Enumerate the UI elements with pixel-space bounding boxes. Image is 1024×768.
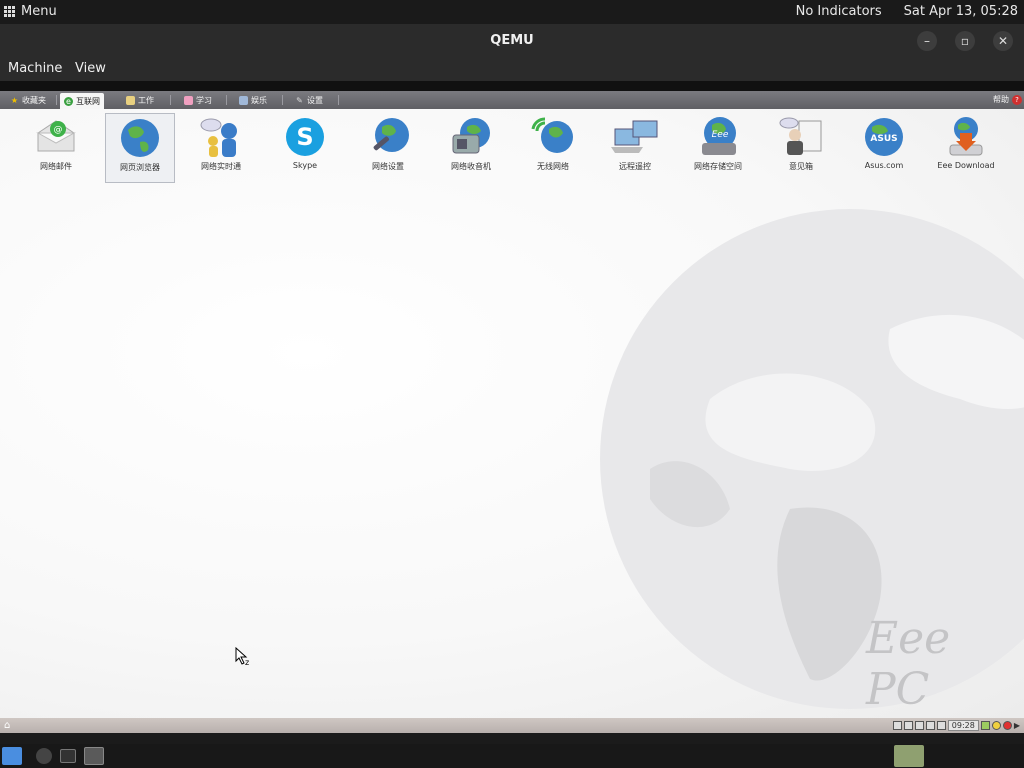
power-icon[interactable] bbox=[1002, 721, 1012, 730]
tab-label: 娱乐 bbox=[251, 95, 267, 105]
tab-work[interactable]: 工作 bbox=[122, 93, 158, 107]
tab-label: 工作 bbox=[138, 95, 154, 105]
eee-pc-watermark: Eee PC bbox=[866, 613, 951, 715]
wireless-icon bbox=[531, 117, 573, 153]
svg-text:z: z bbox=[245, 658, 249, 667]
help-label: 帮助 bbox=[993, 95, 1009, 104]
tab-study[interactable]: 学习 bbox=[180, 93, 216, 107]
star-icon: ★ bbox=[10, 95, 19, 105]
play-icon bbox=[239, 95, 248, 105]
app-network-settings[interactable]: 网络设置 bbox=[353, 113, 423, 183]
network-settings-icon bbox=[373, 118, 409, 152]
network-icon[interactable] bbox=[936, 721, 946, 730]
radio-icon bbox=[452, 118, 490, 154]
messenger-icon bbox=[200, 118, 237, 157]
host-menu-label: Menu bbox=[21, 4, 57, 19]
app-instant-messenger[interactable]: 网络实时通 bbox=[186, 113, 256, 183]
keyboard-icon[interactable] bbox=[914, 721, 924, 730]
help-button[interactable]: 帮助 ? bbox=[993, 94, 1022, 105]
home-icon[interactable]: ⌂ bbox=[4, 720, 10, 731]
svg-text:ASUS: ASUS bbox=[870, 134, 897, 144]
status-icon[interactable] bbox=[980, 721, 990, 730]
app-remote-control[interactable]: 远程遥控 bbox=[600, 113, 670, 183]
qemu-title-bar: QEMU – ▫ ✕ bbox=[0, 24, 1024, 57]
tab-label: 设置 bbox=[307, 95, 323, 105]
asus-icon: ASUS bbox=[865, 118, 903, 156]
svg-text:Eee: Eee bbox=[712, 130, 729, 140]
desktop-area: Eee PC @ 网络邮件 网页浏览器 网络实时通 S Skype 网络设置 网… bbox=[0, 109, 1024, 718]
app-eee-download[interactable]: Eee Download bbox=[931, 113, 1001, 183]
svg-text:S: S bbox=[296, 123, 313, 151]
app-web-browser[interactable]: 网页浏览器 bbox=[105, 113, 175, 183]
app-webmail[interactable]: @ 网络邮件 bbox=[21, 113, 91, 183]
terminal-icon[interactable] bbox=[60, 749, 76, 763]
remote-icon bbox=[611, 120, 658, 153]
app-network-storage[interactable]: Eee 网络存储空间 bbox=[683, 113, 753, 183]
tray-expand-icon[interactable]: ▶ bbox=[1014, 721, 1020, 730]
qemu-window-tab[interactable] bbox=[894, 745, 924, 767]
settings-icon: ✎ bbox=[296, 95, 303, 105]
tab-favorites[interactable]: ★ 收藏夹 bbox=[6, 93, 50, 107]
tab-label: 收藏夹 bbox=[22, 95, 46, 105]
menu-machine[interactable]: Machine bbox=[8, 61, 62, 76]
guest-taskbar: ⌂ 09:28 ▶ bbox=[0, 718, 1024, 733]
help-icon: ? bbox=[1012, 94, 1022, 105]
app-wireless-network[interactable]: 无线网络 bbox=[518, 113, 588, 183]
apps-grid-icon bbox=[4, 6, 15, 17]
download-icon bbox=[949, 117, 983, 156]
indicators-label[interactable]: No Indicators bbox=[796, 4, 882, 19]
tab-label: 学习 bbox=[196, 95, 212, 105]
guest-clock[interactable]: 09:28 bbox=[947, 720, 979, 731]
qemu-task-icon[interactable] bbox=[84, 747, 104, 765]
email-icon: @ bbox=[36, 120, 76, 152]
menu-view[interactable]: View bbox=[75, 61, 106, 76]
globe-icon bbox=[121, 119, 159, 157]
system-tray: 09:28 ▶ bbox=[892, 720, 1020, 731]
smiley-icon[interactable] bbox=[991, 721, 1001, 730]
window-title: QEMU bbox=[490, 33, 534, 48]
app-feedback[interactable]: 意见箱 bbox=[766, 113, 836, 183]
host-top-panel: Menu No Indicators Sat Apr 13, 05:28 bbox=[0, 0, 1024, 24]
work-icon bbox=[126, 95, 135, 105]
tab-internet[interactable]: e 互联网 bbox=[60, 93, 104, 109]
host-menu-button[interactable]: Menu bbox=[4, 4, 57, 19]
skype-icon: S bbox=[286, 118, 324, 156]
tab-entertainment[interactable]: 娱乐 bbox=[235, 93, 271, 107]
clock-label[interactable]: Sat Apr 13, 05:28 bbox=[904, 4, 1018, 19]
host-taskbar bbox=[0, 744, 1024, 768]
printer-icon[interactable] bbox=[892, 721, 902, 730]
battery-icon[interactable] bbox=[925, 721, 935, 730]
app-skype[interactable]: S Skype bbox=[270, 113, 340, 183]
minimize-button[interactable]: – bbox=[917, 31, 937, 51]
close-button[interactable]: ✕ bbox=[993, 31, 1013, 51]
study-icon bbox=[184, 95, 193, 105]
chrome-icon[interactable] bbox=[36, 748, 52, 764]
app-internet-radio[interactable]: 网络收音机 bbox=[436, 113, 506, 183]
tab-label: 互联网 bbox=[76, 96, 100, 106]
tab-settings[interactable]: ✎ 设置 bbox=[291, 93, 327, 107]
feedback-icon bbox=[779, 117, 822, 155]
category-tab-bar: ★ 收藏夹 e 互联网 工作 学习 娱乐 ✎ 设置 帮助 ? bbox=[0, 91, 1024, 109]
guest-screen: ★ 收藏夹 e 互联网 工作 学习 娱乐 ✎ 设置 帮助 ? Eee PC @ … bbox=[0, 81, 1024, 733]
qemu-menu-bar: Machine View bbox=[0, 57, 1024, 81]
app-asus-com[interactable]: ASUS Asus.com bbox=[849, 113, 919, 183]
internet-icon: e bbox=[64, 96, 73, 106]
show-desktop-icon[interactable] bbox=[2, 747, 22, 765]
svg-text:@: @ bbox=[54, 125, 63, 135]
disk-icon[interactable] bbox=[903, 721, 913, 730]
maximize-button[interactable]: ▫ bbox=[955, 31, 975, 51]
mouse-cursor-icon: z bbox=[235, 647, 249, 667]
storage-icon: Eee bbox=[702, 117, 736, 155]
